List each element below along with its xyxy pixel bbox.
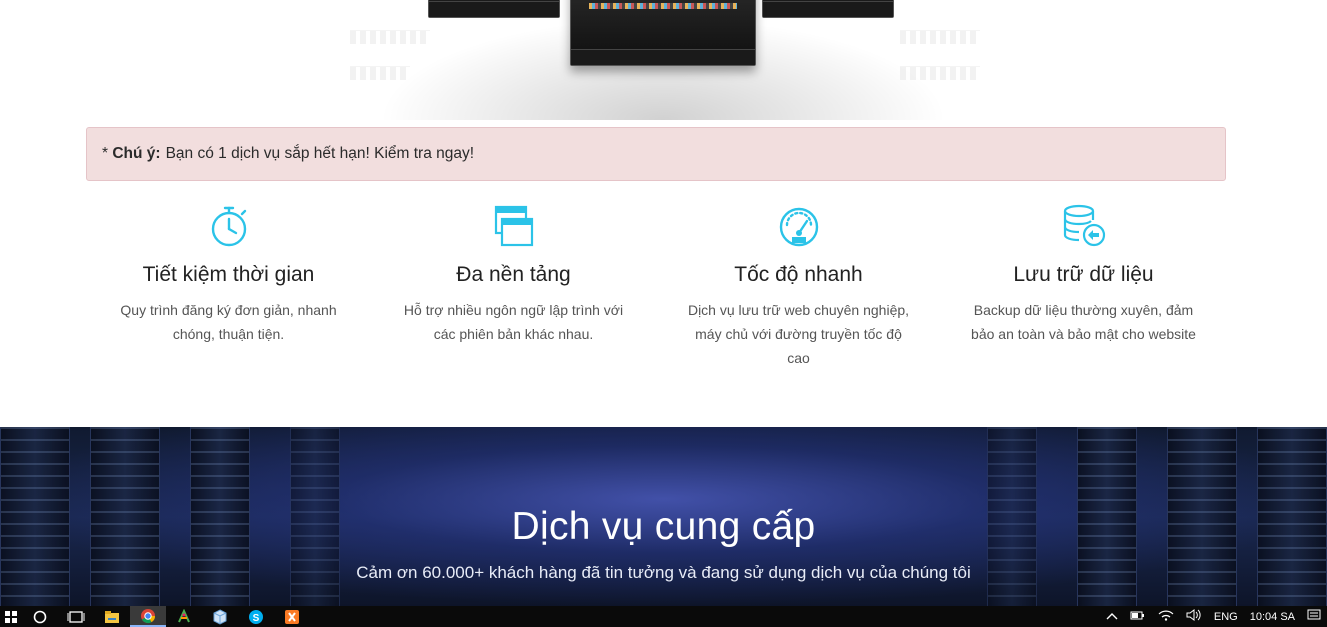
alert-message[interactable]: Bạn có 1 dịch vụ sắp hết hạn! Kiểm tra n… (166, 145, 474, 163)
features-row: Tiết kiệm thời gian Quy trình đăng ký đơ… (86, 200, 1226, 370)
feature-title: Tiết kiệm thời gian (142, 263, 315, 286)
system-tray: ENG 10:04 SA (1100, 606, 1327, 627)
chevron-up-icon[interactable] (1100, 611, 1124, 623)
server-reflection (350, 66, 410, 80)
server-reflection (900, 30, 980, 44)
feature-fast-speed: Tốc độ nhanh Dịch vụ lưu trữ web chuyên … (656, 200, 941, 370)
xampp-icon[interactable] (274, 606, 310, 627)
stopwatch-icon (86, 200, 371, 252)
services-subtitle: Cảm ơn 60.000+ khách hàng đã tin tưởng v… (356, 563, 971, 582)
server-reflection (350, 30, 430, 44)
services-title: Dịch vụ cung cấp (511, 505, 816, 548)
feature-desc: Backup dữ liệu thường xuyên, đảm bảo an … (971, 302, 1196, 342)
start-icon[interactable] (0, 606, 22, 627)
speedometer-icon (656, 200, 941, 252)
feature-desc: Dịch vụ lưu trữ web chuyên nghiệp, máy c… (687, 302, 910, 366)
windows-icon (371, 200, 656, 252)
windows-taskbar: S ENG 10:04 SA (0, 606, 1327, 627)
action-center-icon[interactable] (1301, 609, 1327, 624)
wifi-icon[interactable] (1152, 609, 1180, 624)
volume-icon[interactable] (1180, 609, 1208, 624)
services-banner: Dịch vụ cung cấp Cảm ơn 60.000+ khách hà… (0, 427, 1327, 607)
box-icon[interactable] (202, 606, 238, 627)
search-icon[interactable] (22, 606, 58, 627)
hero-server-image (330, 0, 996, 120)
feature-desc: Quy trình đăng ký đơn giản, nhanh chóng,… (120, 302, 337, 342)
task-view-icon[interactable] (58, 606, 94, 627)
server-unit-right (762, 0, 894, 18)
skype-icon[interactable]: S (238, 606, 274, 627)
chrome-icon[interactable] (130, 606, 166, 627)
file-explorer-icon[interactable] (94, 606, 130, 627)
power-plug-icon[interactable] (1124, 609, 1152, 624)
feature-title: Lưu trữ dữ liệu (1013, 263, 1154, 286)
expiry-alert: * Chú ý: Bạn có 1 dịch vụ sắp hết hạn! K… (86, 127, 1226, 181)
feature-title: Đa nền tảng (456, 263, 571, 286)
feature-multi-platform: Đa nền tảng Hỗ trợ nhiều ngôn ngữ lập tr… (371, 200, 656, 370)
feature-title: Tốc độ nhanh (734, 263, 863, 286)
feature-data-storage: Lưu trữ dữ liệu Backup dữ liệu thường xu… (941, 200, 1226, 370)
feature-save-time: Tiết kiệm thời gian Quy trình đăng ký đơ… (86, 200, 371, 370)
alert-label: Chú ý: (112, 145, 161, 162)
database-icon (941, 200, 1226, 252)
server-unit-left (428, 0, 560, 18)
server-reflection (900, 66, 980, 80)
alert-prefix: * (102, 145, 109, 162)
server-unit-center (570, 0, 756, 66)
clock-time[interactable]: 10:04 SA (1244, 611, 1301, 623)
svg-text:S: S (253, 613, 260, 624)
app-icon[interactable] (166, 606, 202, 627)
language-indicator[interactable]: ENG (1208, 611, 1244, 623)
feature-desc: Hỗ trợ nhiều ngôn ngữ lập trình với các … (403, 302, 624, 342)
